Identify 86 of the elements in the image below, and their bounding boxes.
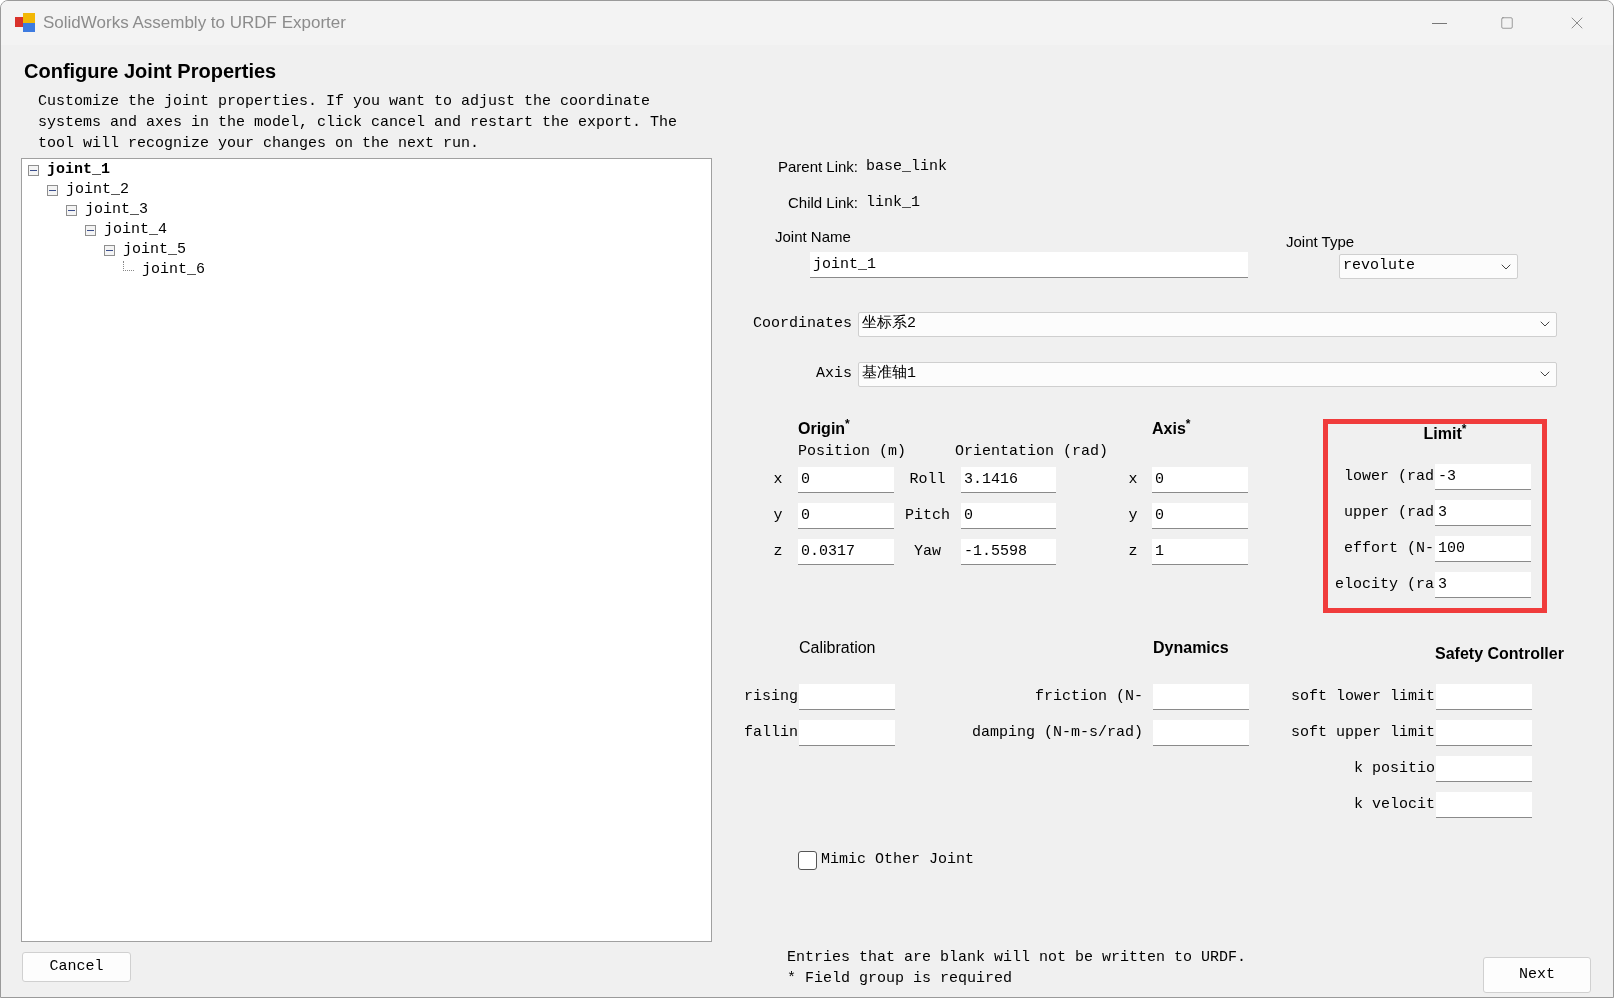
field-label: z (1127, 541, 1139, 562)
tree-item[interactable]: joint_4 (104, 220, 167, 240)
collapse-icon[interactable] (28, 164, 39, 176)
group-label: Position (m) (798, 441, 908, 462)
link-label: Parent Link: (777, 156, 858, 177)
field-label: Joint Type (1286, 232, 1356, 252)
tree-item[interactable]: joint_1 (47, 160, 110, 180)
field-label: x (772, 469, 784, 490)
section-heading: Safety Controller (1435, 644, 1565, 664)
description-text: Customize the joint properties. If you want to adjust the coordinate systems and axes in the model, click cancel and restart the export. The tool will recognize your changes on the next run. (38, 92, 679, 154)
text-field[interactable] (799, 684, 895, 710)
text-field[interactable] (1153, 720, 1249, 746)
text-field[interactable]: -1.5598 (961, 539, 1056, 565)
link-label: Child Link: (787, 192, 858, 213)
field-label: Roll (908, 469, 947, 490)
section-heading: Limit$^{*}$ (1423, 424, 1467, 444)
field-label: soft upper limit (1290, 722, 1435, 743)
tree-item[interactable]: joint_3 (85, 200, 148, 220)
text-field[interactable]: 0 (1152, 503, 1248, 529)
field-label: Joint Name (775, 227, 852, 247)
text-field[interactable] (1436, 720, 1532, 746)
text-field[interactable]: 0 (798, 503, 894, 529)
field-label: soft lower limit (1290, 686, 1435, 707)
text-field[interactable]: 0 (1152, 467, 1248, 493)
checkbox-label: Mimic Other Joint (821, 849, 975, 870)
joint-name-field[interactable]: joint_1 (810, 252, 1248, 278)
app-icon (15, 13, 35, 33)
mimic-checkbox[interactable] (798, 850, 817, 870)
tree-item[interactable]: joint_2 (66, 180, 129, 200)
field-label: Yaw (913, 541, 942, 562)
field-label: upper (rad (1344, 502, 1434, 523)
maximize-icon (1500, 16, 1514, 30)
tree-item[interactable]: joint_6 (142, 260, 205, 280)
collapse-icon[interactable] (66, 204, 77, 216)
field-label: Axis (816, 363, 852, 384)
field-label: y (1127, 505, 1139, 526)
page-heading: Configure Joint Properties (24, 59, 278, 83)
text-field[interactable]: 3 (1435, 572, 1531, 598)
field-label: friction (N- (1034, 686, 1143, 707)
field-label: effort (N- (1344, 538, 1434, 559)
field-label: fallin (744, 722, 798, 743)
field-label: z (772, 541, 784, 562)
field-label: lower (rad (1344, 466, 1434, 487)
collapse-icon[interactable] (85, 224, 96, 236)
text-field[interactable]: 3.1416 (961, 467, 1056, 493)
text-field[interactable] (1436, 792, 1532, 818)
text-field[interactable]: 0 (961, 503, 1056, 529)
text-field[interactable]: 100 (1435, 536, 1531, 562)
text-field[interactable]: 1 (1152, 539, 1248, 565)
field-label: elocity (ra (1334, 574, 1434, 595)
section-heading: Calibration (799, 638, 877, 658)
field-label: k velocit (1354, 794, 1435, 815)
tree-item[interactable]: joint_5 (123, 240, 186, 260)
footer-note: Entries that are blank will not be written to URDF. (787, 948, 1247, 968)
text-field[interactable]: 3 (1435, 500, 1531, 526)
field-label: y (772, 505, 784, 526)
text-field[interactable]: -3 (1435, 464, 1531, 490)
footer-note: * Field group is required (787, 969, 1014, 989)
axis-select[interactable]: 基准轴1 (858, 361, 1557, 387)
group-label: Orientation (rad) (955, 441, 1109, 462)
field-label: Coordinates (752, 313, 852, 334)
section-heading: Dynamics (1153, 638, 1230, 658)
link-value: link_1 (866, 192, 920, 213)
field-label: damping (N-m-s/rad) (971, 722, 1143, 743)
coordinates-select[interactable]: 坐标系2 (858, 311, 1557, 337)
section-heading: Origin$^{*}$ (798, 419, 851, 439)
text-field[interactable] (1436, 756, 1532, 782)
text-field[interactable]: 0.0317 (798, 539, 894, 565)
field-label: k positio (1354, 758, 1435, 779)
text-field[interactable] (1153, 684, 1249, 710)
tree-line-icon (123, 261, 134, 271)
text-field[interactable] (1436, 684, 1532, 710)
collapse-icon[interactable] (104, 244, 115, 256)
link-value: base_link (866, 156, 947, 177)
field-label: Pitch (904, 505, 951, 526)
field-label: x (1127, 469, 1139, 490)
window-title: SolidWorks Assembly to URDF Exporter (43, 12, 346, 35)
cancel-button[interactable]: Cancel (22, 952, 131, 982)
text-field[interactable]: 0 (798, 467, 894, 493)
joint-type-select[interactable]: revolute (1339, 254, 1518, 279)
section-heading: Axis$^{*}$ (1152, 419, 1192, 439)
minimize-icon (1431, 22, 1447, 24)
next-button[interactable]: Next (1483, 957, 1591, 993)
field-label: rising (744, 686, 798, 707)
text-field[interactable] (799, 720, 895, 746)
collapse-icon[interactable] (47, 184, 58, 196)
